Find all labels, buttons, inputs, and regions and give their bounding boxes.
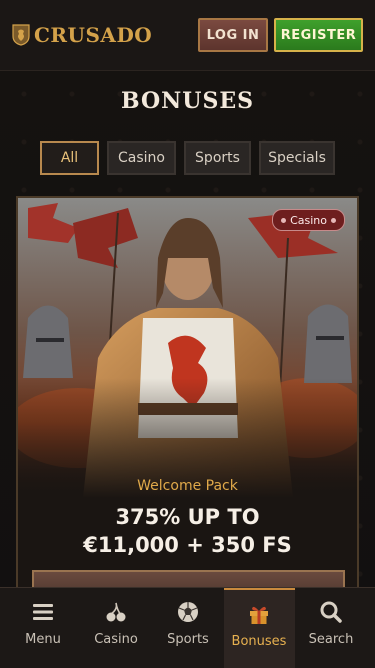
bonus-headline-line2: €11,000 + 350 FS	[83, 533, 292, 557]
nav-item-sports[interactable]: Sports	[153, 588, 223, 668]
filter-sports[interactable]: Sports	[184, 141, 251, 175]
bonus-subtitle: Welcome Pack	[137, 478, 238, 494]
crusader-knight-artwork	[18, 198, 357, 498]
login-button[interactable]: LOG IN	[198, 18, 268, 52]
filter-specials[interactable]: Specials	[259, 141, 335, 175]
register-button[interactable]: REGISTER	[274, 18, 363, 52]
bonus-filter-tabs: All Casino Sports Specials	[0, 141, 375, 175]
nav-label-sports: Sports	[167, 632, 209, 647]
nav-item-search[interactable]: Search	[296, 588, 366, 668]
brand-logo[interactable]: CRUSADO	[12, 22, 152, 48]
nav-label-menu: Menu	[25, 632, 61, 647]
nav-label-casino: Casino	[94, 632, 138, 647]
bonus-headline-line1: 375% UP TO	[115, 505, 260, 529]
gift-icon	[250, 606, 268, 624]
nav-item-bonuses[interactable]: Bonuses	[224, 588, 295, 668]
bonus-headline: 375% UP TO €11,000 + 350 FS	[18, 503, 357, 559]
bottom-navigation: Menu Casino Sports Bonuses Search	[0, 587, 375, 668]
nav-label-bonuses: Bonuses	[231, 634, 287, 649]
page-title: BONUSES	[120, 88, 254, 114]
casino-tag-label: Casino	[290, 213, 327, 227]
filter-all[interactable]: All	[40, 141, 99, 175]
tag-dot-icon	[331, 217, 336, 223]
nav-item-menu[interactable]: Menu	[8, 588, 78, 668]
tag-dot-icon	[281, 217, 287, 223]
soccer-ball-icon	[178, 602, 198, 622]
search-icon	[320, 601, 342, 623]
lion-crest-icon	[12, 24, 30, 46]
nav-item-casino[interactable]: Casino	[81, 588, 151, 668]
menu-icon	[33, 604, 53, 620]
bonus-card[interactable]: Casino Welcome Pack 375% UP TO €11,000 +…	[16, 196, 359, 596]
casino-tag-badge: Casino	[272, 209, 345, 231]
nav-label-search: Search	[308, 632, 354, 647]
logo-text: CRUSADO	[34, 23, 153, 47]
filter-casino[interactable]: Casino	[107, 141, 176, 175]
top-header: CRUSADO LOG IN REGISTER	[0, 0, 375, 71]
cherries-icon	[106, 602, 126, 622]
